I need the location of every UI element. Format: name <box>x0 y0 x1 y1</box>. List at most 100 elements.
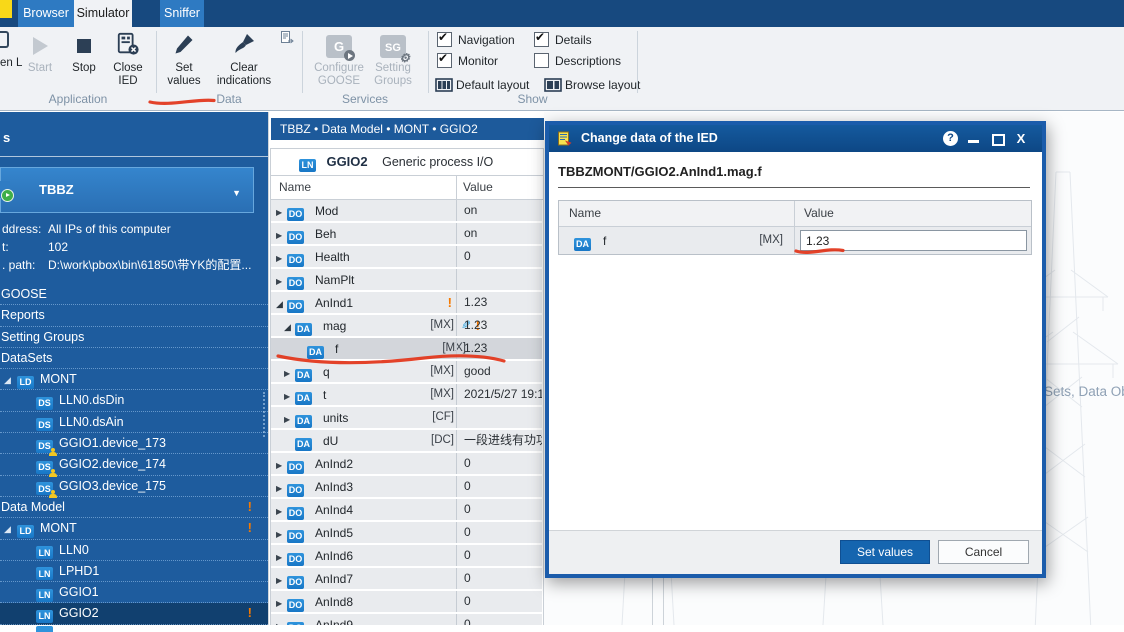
table-row[interactable]: ▶DOAnInd4 0 <box>271 499 542 520</box>
ln-badge: LN <box>36 567 53 580</box>
dialog-table-row-f[interactable]: DAf [MX] <box>559 227 1031 254</box>
table-row[interactable]: ▶DOAnInd9 0 <box>271 614 542 625</box>
columns-layout-icon <box>435 78 453 92</box>
watermark-text-fragment: Sets, Data Ob <box>1044 384 1124 399</box>
sidebar-item-dataset[interactable]: DSLLN0.dsAin <box>0 412 268 433</box>
cancel-button[interactable]: Cancel <box>938 540 1029 564</box>
table-row-mag[interactable]: ◢DAmag[MX]✎! 1.23 <box>271 315 542 336</box>
table-row[interactable]: ▶DONamPlt <box>271 269 542 290</box>
sidebar-item-ln-ggio1[interactable]: LNGGIO1 <box>0 582 268 603</box>
group-separator <box>156 31 157 93</box>
table-row[interactable]: ▶DOAnInd5 0 <box>271 522 542 543</box>
export-document-icon[interactable] <box>279 30 295 51</box>
sidebar-item-data-model[interactable]: Data Model! <box>0 497 268 518</box>
tab-browser[interactable]: Browser <box>18 0 74 27</box>
group-label-application: Application <box>0 92 156 106</box>
value-input[interactable] <box>800 230 1027 251</box>
splitter-dots[interactable] <box>263 392 265 437</box>
table-row-f-selected[interactable]: ▶DAf[MX]✎ 1.23 <box>271 338 542 359</box>
sidebar-item-ln-lphd1[interactable]: LNLPHD1 <box>0 561 268 582</box>
table-row[interactable]: ▶DOMod on <box>271 200 542 221</box>
do-badge: DO <box>287 254 304 267</box>
sidebar-item-dataset[interactable]: DSGGIO3.device_175 <box>0 476 268 497</box>
table-row[interactable]: ▶DOAnInd6 0 <box>271 545 542 566</box>
app-icon[interactable] <box>0 0 12 18</box>
expand-arrow[interactable]: ▶ <box>284 386 295 407</box>
dialog-title-bar[interactable]: Change data of the IED ? X <box>549 125 1042 152</box>
tab-simulator[interactable]: Simulator <box>74 0 132 27</box>
expand-arrow[interactable]: ▶ <box>276 570 287 591</box>
close-button[interactable]: X <box>1013 131 1029 147</box>
expand-arrow[interactable]: ▶ <box>276 478 287 499</box>
collapse-arrow[interactable]: ◢ <box>284 317 295 338</box>
expand-arrow[interactable]: ▶ <box>276 271 287 292</box>
partial-tree-row <box>0 625 268 630</box>
expand-arrow[interactable]: ▶ <box>276 248 287 269</box>
checkbox-descriptions[interactable]: Descriptions <box>534 53 621 69</box>
table-row[interactable]: ▶DOAnInd8 0 <box>271 591 542 612</box>
collapse-arrow[interactable]: ◢ <box>276 294 287 315</box>
sidebar-item-ln-ggio2[interactable]: LNGGIO2! <box>0 603 268 624</box>
do-badge: DO <box>287 461 304 474</box>
ied-selector[interactable]: TBBZ ▼ <box>0 167 254 213</box>
help-button[interactable]: ? <box>943 131 958 146</box>
checkbox-details[interactable]: ✔Details <box>534 32 592 48</box>
minimize-button[interactable] <box>966 131 982 147</box>
table-row[interactable]: ▶DOAnInd7 0 <box>271 568 542 589</box>
start-button[interactable]: Start <box>18 31 62 75</box>
set-values-button[interactable]: Set values <box>158 31 210 88</box>
close-ied-button[interactable]: Close IED <box>104 31 152 88</box>
table-row[interactable]: ▶DAdU[DC] 一段进线有功功 <box>271 430 542 451</box>
sidebar-item-goose[interactable]: GOOSE <box>0 284 268 305</box>
expand-arrow[interactable]: ◢ <box>4 519 17 539</box>
sidebar-item-setting-groups[interactable]: Setting Groups <box>0 327 268 348</box>
table-row[interactable]: ▶DOAnInd3 0 <box>271 476 542 497</box>
configure-goose-button[interactable]: G Configure GOOSE <box>310 31 368 88</box>
expand-arrow[interactable]: ▶ <box>276 501 287 522</box>
expand-arrow[interactable]: ▶ <box>276 616 287 625</box>
panel-edge-line <box>652 578 653 625</box>
expand-arrow[interactable]: ▶ <box>276 455 287 476</box>
expand-arrow[interactable]: ▶ <box>284 409 295 430</box>
setting-groups-button[interactable]: SG⚙ Setting Groups <box>366 31 420 88</box>
table-body: ▶DOMod on ▶DOBeh on ▶DOHealth 0 ▶DONamPl… <box>271 200 542 625</box>
ln-name: GGIO2 <box>326 154 367 169</box>
sidebar-item-dataset[interactable]: DSGGIO2.device_174 <box>0 454 268 475</box>
ld-badge: LD <box>17 525 34 538</box>
sidebar-item-datasets[interactable]: DataSets <box>0 348 268 369</box>
scl-path-row: . path:D:\work\pbox\bin\61850\带YK的配置... <box>0 256 268 274</box>
group-label-services: Services <box>302 92 428 106</box>
table-row-anind1[interactable]: ◢DOAnInd1! 1.23 <box>271 292 542 313</box>
expand-arrow[interactable]: ▶ <box>276 593 287 614</box>
table-row[interactable]: ▶DAq[MX] good <box>271 361 542 382</box>
maximize-button[interactable] <box>990 131 1006 147</box>
sidebar-item-ld-mont[interactable]: ◢LDMONT <box>0 369 268 390</box>
expand-arrow[interactable]: ▶ <box>276 225 287 246</box>
expand-arrow[interactable]: ▶ <box>284 363 295 384</box>
tab-sniffer[interactable]: Sniffer <box>160 0 204 27</box>
table-row[interactable]: ▶DOBeh on <box>271 223 542 244</box>
sidebar-item-ln-lln0[interactable]: LNLLN0 <box>0 540 268 561</box>
clear-indications-button[interactable]: Clear indications <box>212 31 276 88</box>
breadcrumb: TBBZ • Data Model • MONT • GGIO2 <box>271 118 544 140</box>
table-row[interactable]: ▶DAunits[CF] <box>271 407 542 428</box>
set-values-dialog-button[interactable]: Set values <box>840 540 930 564</box>
stop-button[interactable]: Stop <box>62 31 106 75</box>
checkbox-monitor[interactable]: ✔Monitor <box>437 53 498 69</box>
da-badge: DA <box>295 392 312 405</box>
dialog-content: TBBZMONT/GGIO2.AnInd1.mag.f Name Value D… <box>549 152 1042 574</box>
sidebar-item-dataset[interactable]: DSGGIO1.device_173 <box>0 433 268 454</box>
change-data-icon <box>557 130 573 152</box>
expand-arrow[interactable]: ◢ <box>4 370 17 390</box>
expand-arrow[interactable]: ▶ <box>276 202 287 223</box>
table-row[interactable]: ▶DOHealth 0 <box>271 246 542 267</box>
expand-arrow[interactable]: ▶ <box>276 547 287 568</box>
sidebar-item-ld-mont-datamodel[interactable]: ◢LDMONT! <box>0 518 268 539</box>
table-row[interactable]: ▶DOAnInd2 0 <box>271 453 542 474</box>
expand-arrow[interactable]: ▶ <box>276 524 287 545</box>
sidebar-item-dataset[interactable]: DSLLN0.dsDin <box>0 390 268 411</box>
checkbox-navigation[interactable]: ✔Navigation <box>437 32 515 48</box>
port-row: t:102 <box>0 238 268 256</box>
table-row[interactable]: ▶DAt[MX] 2021/5/27 19:1 <box>271 384 542 405</box>
sidebar-item-reports[interactable]: Reports <box>0 305 268 326</box>
